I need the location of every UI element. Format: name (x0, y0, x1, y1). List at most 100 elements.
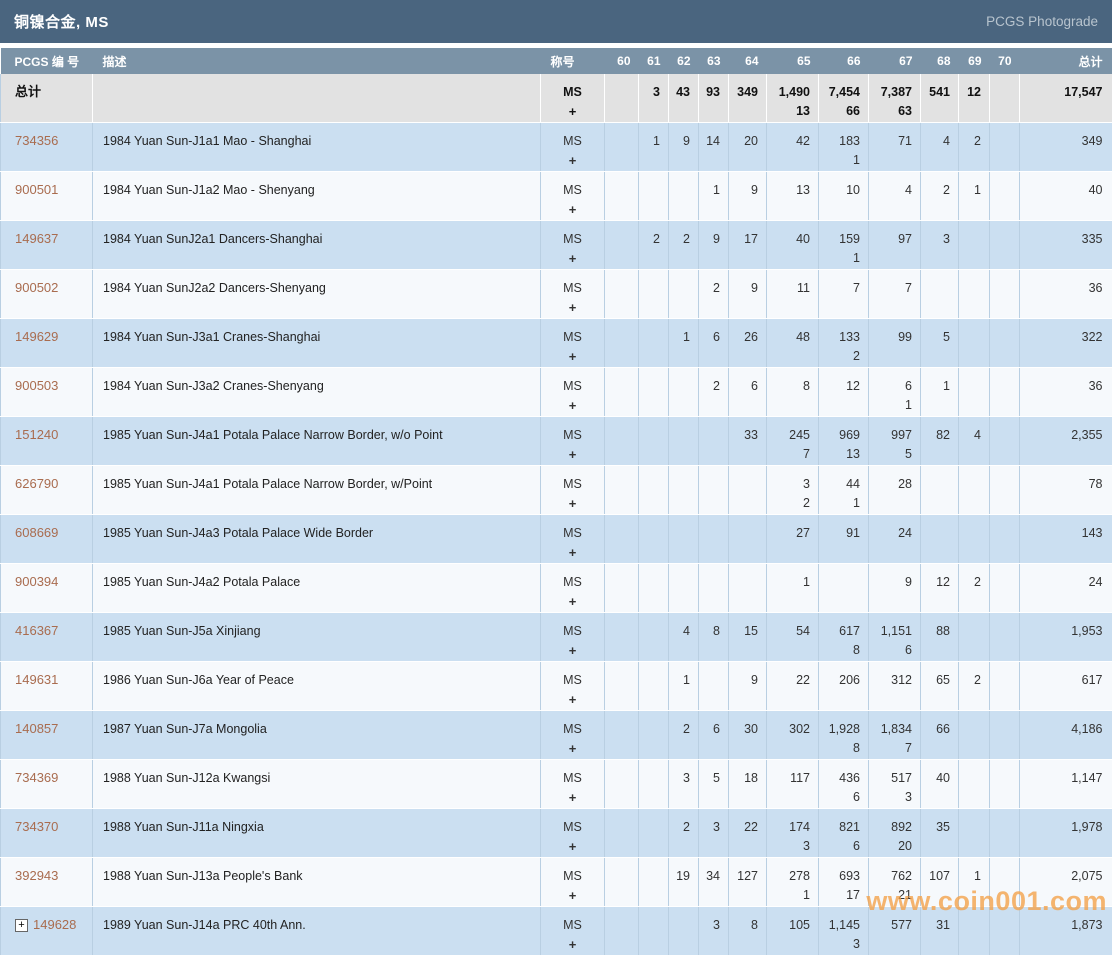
pcgs-number-link[interactable]: 900503 (15, 378, 58, 393)
pcgs-number-link[interactable]: 140857 (15, 721, 58, 736)
designation-cell: MS+ (541, 858, 605, 907)
grade-69-cell (959, 221, 990, 270)
row-total: 17,547 (1064, 85, 1102, 99)
row-total-cell: 1,978 (1020, 809, 1112, 858)
pcgs-number-link[interactable]: 149631 (15, 672, 58, 687)
pcgs-photograde-link[interactable]: PCGS Photograde (986, 14, 1098, 29)
grade-count: 8 (768, 376, 810, 396)
pcgs-number-link[interactable]: 900502 (15, 280, 58, 295)
grade-70-cell (990, 515, 1020, 564)
row-total: 1,147 (1071, 771, 1102, 785)
grade-plus-count: 2 (820, 347, 860, 365)
grade-plus-count: 7 (870, 739, 912, 757)
grade-69-cell: 1 (959, 858, 990, 907)
grade-count: 43 (670, 82, 690, 102)
pcgs-number-link[interactable]: 149628 (33, 917, 76, 932)
column-header-grade-62: 62 (669, 48, 699, 74)
grade-69-cell: 2 (959, 564, 990, 613)
grade-65-cell: 2781 (767, 858, 819, 907)
grade-61-cell (639, 417, 669, 466)
grade-60-cell (605, 564, 639, 613)
grade-66-cell: 7 (819, 270, 869, 319)
pcgs-number-cell: 416367 (1, 613, 93, 662)
pcgs-number-link[interactable]: 149637 (15, 231, 58, 246)
grade-66-cell: 69317 (819, 858, 869, 907)
grade-64-cell: 9 (729, 270, 767, 319)
grade-67-cell: 5173 (869, 760, 921, 809)
pcgs-number-cell: 626790 (1, 466, 93, 515)
grade-61-cell (639, 270, 669, 319)
grade-count: 8 (700, 621, 720, 641)
pcgs-number-link[interactable]: 900501 (15, 182, 58, 197)
grade-60-cell (605, 809, 639, 858)
pcgs-number-link[interactable]: 416367 (15, 623, 58, 638)
grade-61-cell (639, 368, 669, 417)
grade-68-cell: 31 (921, 907, 959, 956)
column-header-grade-61: 61 (639, 48, 669, 74)
expand-icon[interactable]: + (15, 919, 28, 932)
pcgs-number-link[interactable]: 734369 (15, 770, 58, 785)
pcgs-number-link[interactable]: 626790 (15, 476, 58, 491)
grade-count: 1,145 (820, 915, 860, 935)
grade-70-cell (990, 74, 1020, 123)
grade-68-cell: 88 (921, 613, 959, 662)
grade-count: 183 (820, 131, 860, 151)
description-cell: 1984 Yuan Sun-J1a1 Mao - Shanghai (93, 123, 541, 172)
grade-68-cell: 3 (921, 221, 959, 270)
grade-61-cell: 2 (639, 221, 669, 270)
pcgs-number-link[interactable]: 734370 (15, 819, 58, 834)
grade-plus-count: 1 (768, 886, 810, 904)
row-total: 24 (1089, 575, 1103, 589)
column-header-grade-69: 69 (959, 48, 990, 74)
designation-plus: + (542, 690, 603, 709)
grade-67-cell: 1,8347 (869, 711, 921, 760)
designation-ms: MS (542, 278, 603, 298)
designation-plus: + (542, 102, 603, 121)
pcgs-number-link[interactable]: 734356 (15, 133, 58, 148)
row-total: 4,186 (1071, 722, 1102, 736)
grade-plus-count: 1 (820, 494, 860, 512)
table-row: 7343561984 Yuan Sun-J1a1 Mao - ShanghaiM… (1, 123, 1112, 172)
grade-count: 3 (670, 768, 690, 788)
grade-63-cell: 34 (699, 858, 729, 907)
pcgs-number-link[interactable]: 608669 (15, 525, 58, 540)
grade-plus-count: 8 (820, 641, 860, 659)
population-table: PCGS 编 号 描述 称号 60 61 62 63 64 65 66 67 6… (0, 48, 1112, 956)
grade-count: 133 (820, 327, 860, 347)
designation-plus: + (542, 396, 603, 415)
row-total: 1,953 (1071, 624, 1102, 638)
grade-count: 27 (768, 523, 810, 543)
grade-70-cell (990, 123, 1020, 172)
designation-plus: + (542, 298, 603, 317)
pcgs-number-link[interactable]: 149629 (15, 329, 58, 344)
grade-count: 3 (640, 82, 660, 102)
description-cell: 1985 Yuan Sun-J4a3 Potala Palace Wide Bo… (93, 515, 541, 564)
grade-61-cell (639, 172, 669, 221)
grade-63-cell: 9 (699, 221, 729, 270)
designation-cell: MS+ (541, 368, 605, 417)
table-row: 1408571987 Yuan Sun-J7a MongoliaMS+26303… (1, 711, 1112, 760)
pcgs-number-link[interactable]: 392943 (15, 868, 58, 883)
grade-plus-count: 5 (870, 445, 912, 463)
description-cell: 1984 Yuan Sun-J1a2 Mao - Shenyang (93, 172, 541, 221)
pcgs-number-link[interactable]: 900394 (15, 574, 58, 589)
grade-65-cell: 8 (767, 368, 819, 417)
coin-description: 1985 Yuan Sun-J4a1 Potala Palace Narrow … (103, 477, 432, 491)
column-header-grade-70: 70 (990, 48, 1020, 74)
grade-66-cell (819, 564, 869, 613)
grade-plus-count: 6 (820, 788, 860, 806)
grade-62-cell (669, 172, 699, 221)
grade-count: 22 (730, 817, 758, 837)
grade-61-cell (639, 907, 669, 956)
row-total-cell: 1,873 (1020, 907, 1112, 956)
grade-count: 54 (768, 621, 810, 641)
grade-64-cell (729, 564, 767, 613)
coin-description: 1984 Yuan SunJ2a1 Dancers-Shanghai (103, 232, 322, 246)
grade-62-cell: 2 (669, 221, 699, 270)
grade-61-cell (639, 662, 669, 711)
coin-description: 1989 Yuan Sun-J14a PRC 40th Ann. (103, 918, 306, 932)
grade-63-cell (699, 662, 729, 711)
grade-count: 3 (700, 915, 720, 935)
pcgs-number-link[interactable]: 151240 (15, 427, 58, 442)
grade-count: 245 (768, 425, 810, 445)
